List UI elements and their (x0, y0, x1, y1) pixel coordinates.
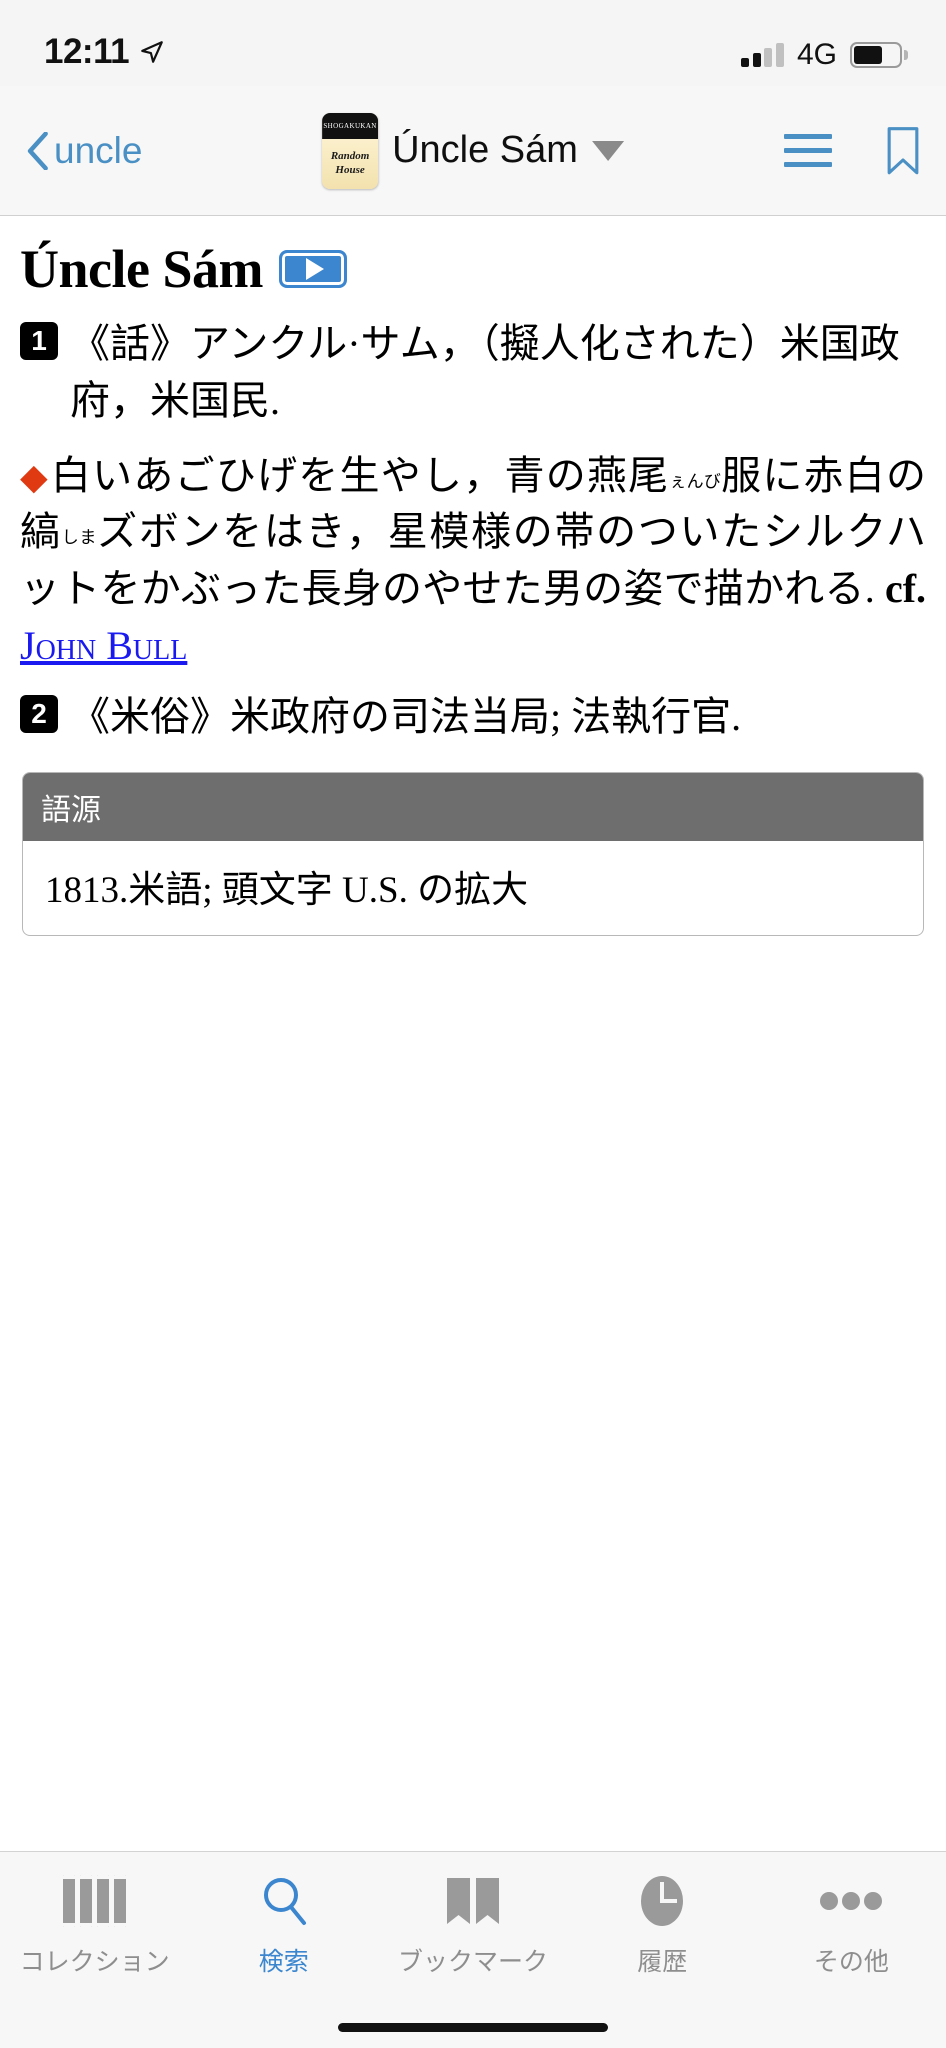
sense-text: 《米俗》米政府の司法当局; 法執行官. (70, 693, 742, 739)
red-diamond-icon: ◆ (20, 456, 49, 497)
sense-number-badge: 1 (20, 322, 58, 360)
carrier-label: 4G (796, 38, 837, 71)
tab-history[interactable]: 履歴 (568, 1872, 757, 1978)
caret-down-icon[interactable] (591, 140, 624, 161)
books-collection-icon (63, 1872, 127, 1930)
tab-label: その他 (813, 1948, 889, 1976)
tab-label: ブックマーク (398, 1948, 549, 1976)
battery-icon (850, 42, 908, 68)
bottom-tab-bar: コレクション 検索 ブックマーク 履歴 その他 (0, 1851, 946, 2048)
headword-row: Úncle Sám (20, 242, 926, 296)
usage-note-ruby-1: ぇんび (669, 471, 722, 491)
nav-title-group[interactable]: SHOGAKUKAN Random House Úncle Sám (322, 112, 624, 189)
headword: Úncle Sám (20, 239, 263, 299)
more-dots-icon (820, 1872, 883, 1930)
navigation-bar: uncle SHOGAKUKAN Random House Úncle Sám (0, 86, 946, 216)
sense-number-badge: 2 (20, 694, 58, 733)
back-button-label: uncle (54, 129, 143, 171)
usage-note-ruby-2: しま (61, 528, 98, 548)
usage-note-part-3: ズボンをはき，星模様の帯のついたシルクハットをかぶった長身のやせた男の姿で描かれ… (20, 509, 927, 612)
cellular-signal-icon (741, 43, 784, 67)
dictionary-book-icon: SHOGAKUKAN Random House (322, 112, 379, 189)
tab-label: コレクション (19, 1948, 170, 1976)
etymology-box: 語源 1813.米語; 頭文字 U.S. の拡大 (22, 771, 924, 936)
open-book-bookmark-icon (444, 1872, 502, 1930)
chevron-left-icon (27, 131, 48, 170)
bookmark-outline-icon[interactable] (886, 126, 920, 175)
usage-note: ◆白いあごひげを生やし，青の燕尾ぇんび服に赤白の縞しまズボンをはき，星模様の帯の… (20, 448, 926, 675)
page-title: Úncle Sám (392, 129, 578, 171)
hamburger-menu-icon[interactable] (784, 134, 832, 167)
dictionary-name-line1: Random (330, 150, 370, 163)
sense-text: 《話》アンクル·サム，（擬人化された）米国政府，米国民. (70, 321, 900, 423)
tab-label: 履歴 (637, 1948, 688, 1976)
tab-more[interactable]: その他 (757, 1872, 946, 1978)
sense-1: 1 《話》アンクル·サム，（擬人化された）米国政府，米国民. (20, 316, 926, 430)
tab-search[interactable]: 検索 (189, 1872, 378, 1978)
nav-actions (784, 126, 920, 175)
status-bar-left: 12:11 (44, 32, 165, 72)
location-arrow-icon (141, 41, 163, 63)
tab-collection[interactable]: コレクション (0, 1872, 189, 1978)
clock-history-icon (638, 1872, 686, 1930)
back-button[interactable]: uncle (26, 130, 142, 172)
search-magnifier-icon (259, 1872, 309, 1930)
usage-note-part-1: 白いあごひげを生やし，青の燕尾 (50, 452, 670, 498)
status-bar: 12:11 4G (0, 0, 946, 86)
etymology-header: 語源 (23, 772, 923, 841)
dictionary-name-line2: House (335, 164, 365, 176)
play-audio-icon[interactable] (278, 250, 347, 288)
status-time: 12:11 (44, 32, 130, 71)
tab-bookmark[interactable]: ブックマーク (378, 1872, 567, 1978)
etymology-body: 1813.米語; 頭文字 U.S. の拡大 (45, 869, 529, 911)
entry-content: Úncle Sám 1 《話》アンクル·サム，（擬人化された）米国政府，米国民.… (0, 216, 946, 1851)
status-bar-right: 4G (741, 38, 908, 72)
cross-reference-link[interactable]: John Bull (20, 623, 187, 668)
sense-2: 2 《米俗》米政府の司法当局; 法執行官. (20, 689, 926, 746)
dictionary-publisher: SHOGAKUKAN (323, 121, 377, 130)
tab-label: 検索 (258, 1948, 309, 1976)
cf-label: cf. (884, 566, 927, 612)
home-indicator (338, 2023, 608, 2032)
